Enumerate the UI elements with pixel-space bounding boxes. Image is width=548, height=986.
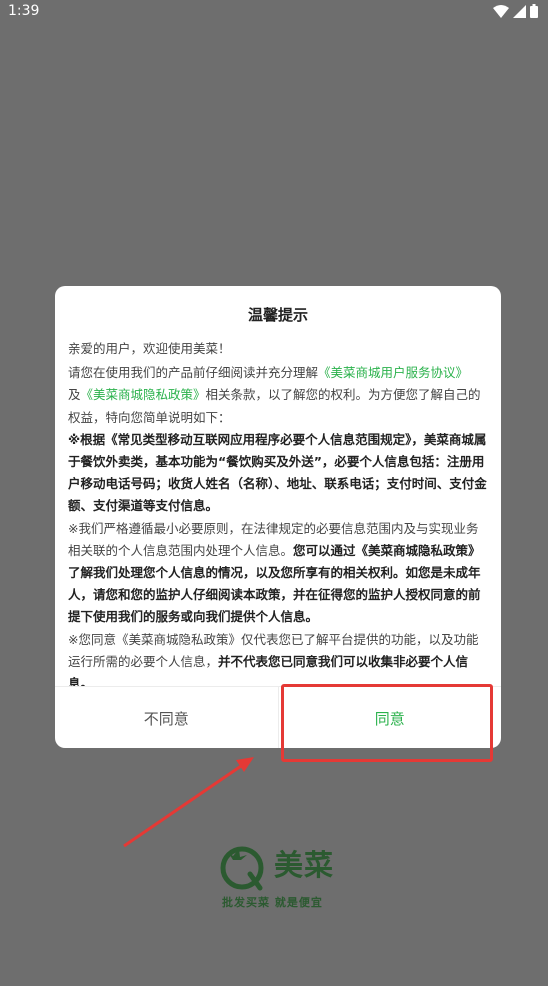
brand-slogan: 批发买菜 就是便宜 bbox=[222, 896, 323, 909]
brand-logo: 美菜 批发买菜 就是便宜 bbox=[220, 838, 340, 918]
brand-name: 美菜 bbox=[274, 848, 335, 882]
tomato-logo-icon bbox=[220, 846, 264, 891]
